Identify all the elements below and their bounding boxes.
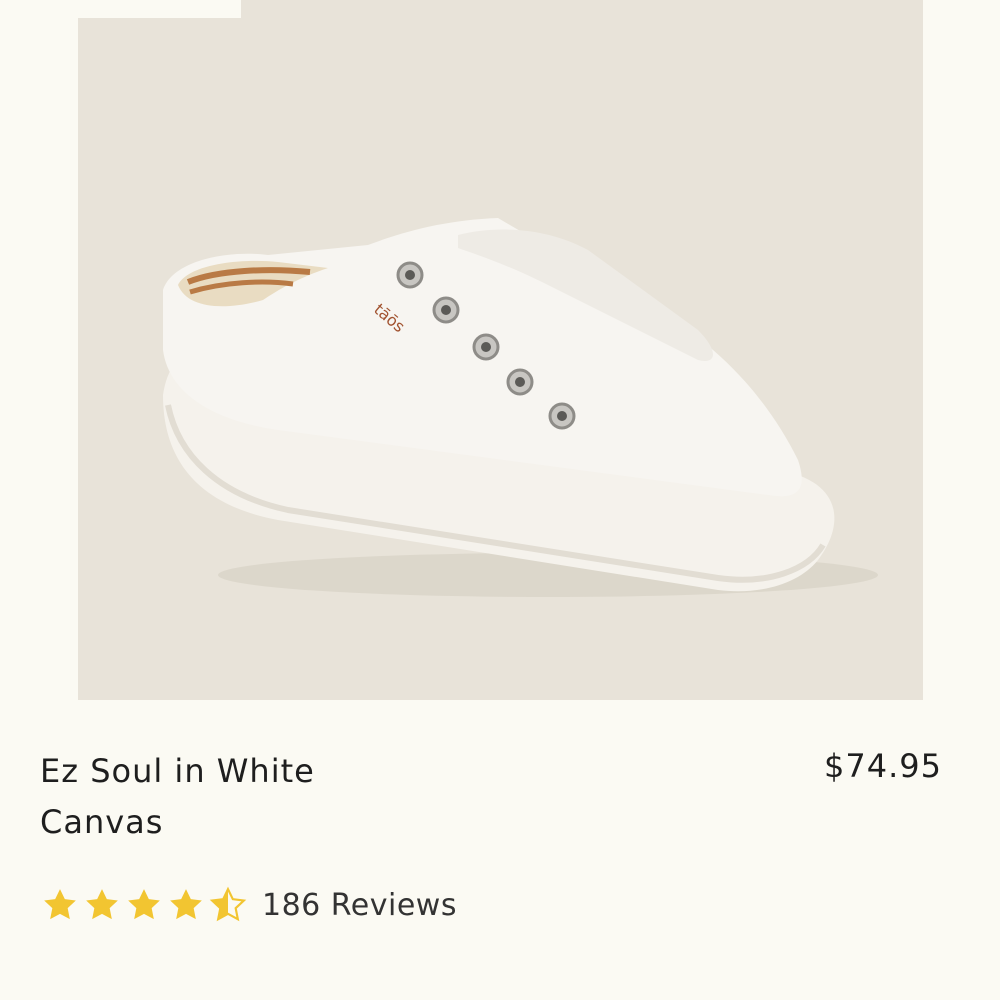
product-image[interactable]: tāōs <box>78 0 923 700</box>
rating-row[interactable]: 186 Reviews <box>40 878 457 932</box>
final-sale-badge: Final Sale <box>78 0 241 18</box>
star-rating <box>40 885 248 925</box>
star-full-icon <box>44 889 76 920</box>
product-title-line2: Canvas <box>40 803 164 841</box>
star-half-icon <box>209 886 247 922</box>
star-full-icon <box>170 889 202 920</box>
star-full-icon <box>128 889 160 920</box>
star-full-icon <box>86 889 118 920</box>
product-title[interactable]: Ez Soul in White Canvas <box>40 746 560 848</box>
product-title-line1: Ez Soul in White <box>40 752 315 790</box>
product-price: $74.95 <box>824 747 942 785</box>
reviews-link[interactable]: 186 Reviews <box>262 888 457 923</box>
shoe-illustration: tāōs <box>163 218 878 597</box>
